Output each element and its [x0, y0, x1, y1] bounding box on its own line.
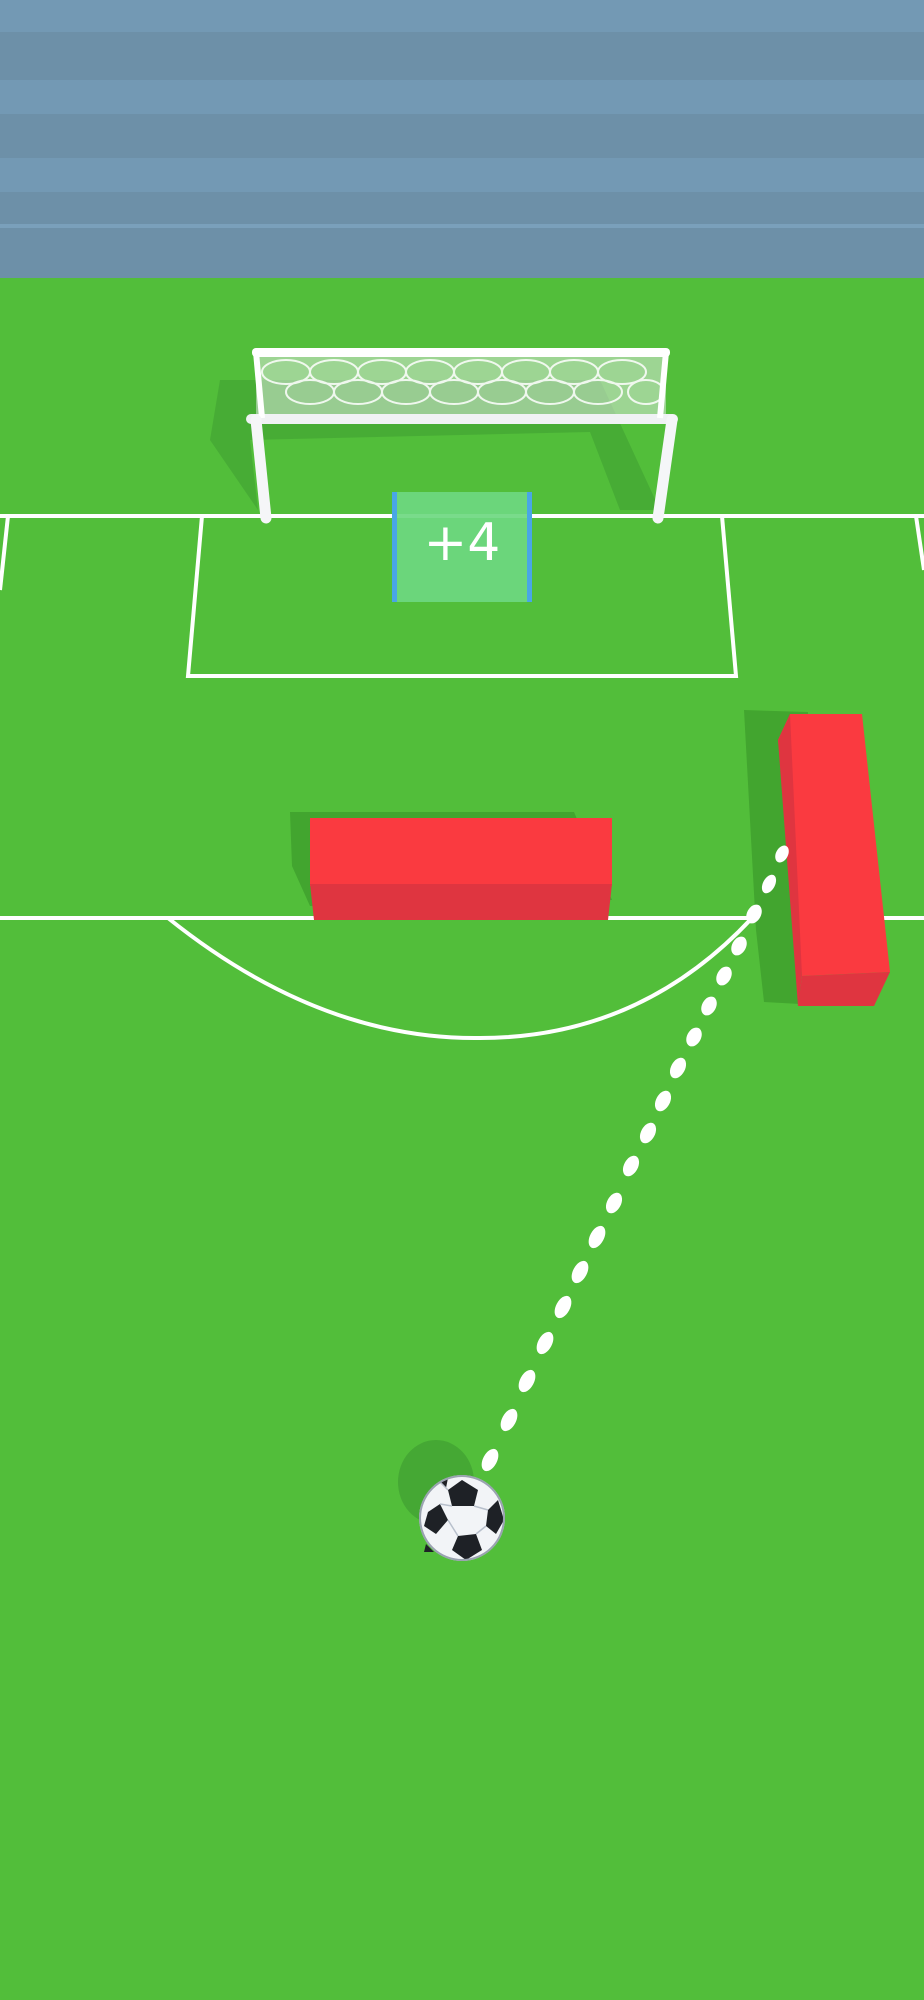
multiplier-gate: +4 — [392, 492, 532, 602]
multiplier-label: +4 — [424, 513, 501, 573]
stadium-stands — [0, 0, 924, 280]
wall-obstacle-center — [290, 812, 612, 920]
game-scene[interactable]: +4 — [0, 0, 924, 2000]
red-block-icon — [310, 818, 612, 886]
soccer-ball-icon — [419, 1475, 505, 1561]
